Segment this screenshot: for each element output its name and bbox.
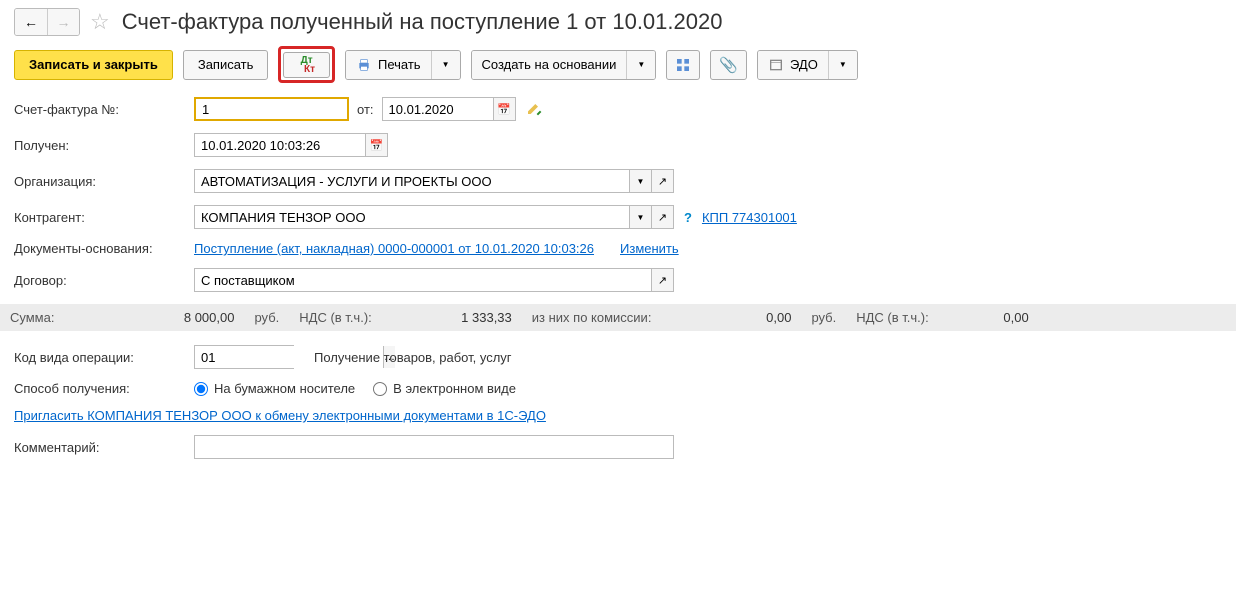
summary-bar: Сумма: 8 000,00 руб. НДС (в т.ч.): 1 333… xyxy=(0,304,1236,331)
open-icon: ↗ xyxy=(658,274,667,287)
edo-label: ЭДО xyxy=(790,57,818,72)
contract-open-button[interactable]: ↗ xyxy=(651,269,673,291)
org-label: Организация: xyxy=(14,174,194,189)
help-icon[interactable]: ? xyxy=(684,210,692,225)
basis-link[interactable]: Поступление (акт, накладная) 0000-000001… xyxy=(194,241,594,256)
print-dropdown[interactable]: ▼ xyxy=(431,51,460,79)
contractor-dropdown-button[interactable]: ▼ xyxy=(629,206,651,228)
number-input[interactable] xyxy=(194,97,349,121)
vat-label: НДС (в т.ч.): xyxy=(299,310,372,325)
dtkt-icon: Дт Кт xyxy=(298,56,315,74)
sum-value: 8 000,00 xyxy=(74,310,234,325)
comment-label: Комментарий: xyxy=(14,440,194,455)
vat-value: 1 333,33 xyxy=(392,310,512,325)
open-icon: ↗ xyxy=(658,175,667,188)
contractor-input[interactable] xyxy=(195,206,629,228)
contractor-field: ▼ ↗ xyxy=(194,205,674,229)
vat2-label: НДС (в т.ч.): xyxy=(856,310,929,325)
save-close-button[interactable]: Записать и закрыть xyxy=(14,50,173,80)
paperclip-icon: 📎 xyxy=(719,56,738,74)
create-based-button[interactable]: Создать на основании xyxy=(472,51,627,79)
printer-icon xyxy=(356,57,372,73)
forward-button[interactable]: → xyxy=(47,9,79,35)
page-title: Счет-фактура полученный на поступление 1… xyxy=(122,9,723,35)
vat2-value: 0,00 xyxy=(949,310,1029,325)
contractor-label: Контрагент: xyxy=(14,210,194,225)
print-button-group: Печать ▼ xyxy=(345,50,461,80)
commission-label: из них по комиссии: xyxy=(532,310,652,325)
org-input[interactable] xyxy=(195,170,629,192)
create-based-dropdown[interactable]: ▼ xyxy=(626,51,655,79)
create-based-group: Создать на основании ▼ xyxy=(471,50,657,80)
arrow-left-icon: ← xyxy=(24,14,38,30)
edo-group: ЭДО ▼ xyxy=(757,50,858,80)
edo-icon xyxy=(768,57,784,73)
save-button[interactable]: Записать xyxy=(183,50,269,80)
change-link[interactable]: Изменить xyxy=(620,241,679,256)
contract-field: ↗ xyxy=(194,268,674,292)
chevron-down-icon: ▼ xyxy=(442,60,450,69)
received-field: 📅 xyxy=(194,133,388,157)
create-based-label: Создать на основании xyxy=(482,57,617,72)
rub-label: руб. xyxy=(254,310,279,325)
edo-dropdown[interactable]: ▼ xyxy=(828,51,857,79)
invite-edo-link[interactable]: Пригласить КОМПАНИЯ ТЕНЗОР ООО к обмену … xyxy=(14,408,546,423)
calendar-button[interactable]: 📅 xyxy=(493,98,515,120)
dtkt-highlight: Дт Кт xyxy=(278,46,335,83)
method-paper-text: На бумажном носителе xyxy=(214,381,355,396)
dtkt-button[interactable]: Дт Кт xyxy=(283,52,330,78)
structure-icon xyxy=(675,57,691,73)
calendar-icon: 📅 xyxy=(370,139,384,152)
received-input[interactable] xyxy=(195,134,365,156)
comment-input[interactable] xyxy=(194,435,674,459)
chevron-down-icon: ▼ xyxy=(637,177,645,186)
chevron-down-icon: ▼ xyxy=(637,213,645,222)
from-label: от: xyxy=(357,102,374,117)
org-dropdown-button[interactable]: ▼ xyxy=(629,170,651,192)
from-date-field: 📅 xyxy=(382,97,516,121)
method-label: Способ получения: xyxy=(14,381,194,396)
method-electronic-input[interactable] xyxy=(373,382,387,396)
structure-button[interactable] xyxy=(666,50,700,80)
method-electronic-text: В электронном виде xyxy=(393,381,516,396)
chevron-down-icon: ▼ xyxy=(637,60,645,69)
contract-label: Договор: xyxy=(14,273,194,288)
op-code-desc: Получение товаров, работ, услуг xyxy=(314,350,512,365)
attachment-button[interactable]: 📎 xyxy=(710,50,747,80)
org-field: ▼ ↗ xyxy=(194,169,674,193)
arrow-right-icon: → xyxy=(57,14,71,30)
chevron-down-icon: ▼ xyxy=(839,60,847,69)
sum-label: Сумма: xyxy=(10,310,54,325)
print-button[interactable]: Печать xyxy=(346,51,431,79)
from-date-input[interactable] xyxy=(383,98,493,120)
method-paper-radio[interactable]: На бумажном носителе xyxy=(194,381,355,396)
number-label: Счет-фактура №: xyxy=(14,102,194,117)
op-code-label: Код вида операции: xyxy=(14,350,194,365)
nav-buttons: ← → xyxy=(14,8,80,36)
commission-value: 0,00 xyxy=(671,310,791,325)
kpp-link[interactable]: КПП 774301001 xyxy=(702,210,797,225)
edit-date-icon[interactable] xyxy=(526,100,542,119)
basis-label: Документы-основания: xyxy=(14,241,194,256)
open-icon: ↗ xyxy=(658,211,667,224)
org-open-button[interactable]: ↗ xyxy=(651,170,673,192)
method-paper-input[interactable] xyxy=(194,382,208,396)
favorite-star-icon[interactable]: ☆ xyxy=(90,9,110,35)
contractor-open-button[interactable]: ↗ xyxy=(651,206,673,228)
rub2-label: руб. xyxy=(811,310,836,325)
calendar-icon: 📅 xyxy=(497,103,511,116)
back-button[interactable]: ← xyxy=(15,9,47,35)
received-label: Получен: xyxy=(14,138,194,153)
op-code-field: … xyxy=(194,345,294,369)
contract-input[interactable] xyxy=(195,269,651,291)
received-calendar-button[interactable]: 📅 xyxy=(365,134,387,156)
method-electronic-radio[interactable]: В электронном виде xyxy=(373,381,516,396)
print-label: Печать xyxy=(378,57,421,72)
edo-button[interactable]: ЭДО xyxy=(758,51,828,79)
